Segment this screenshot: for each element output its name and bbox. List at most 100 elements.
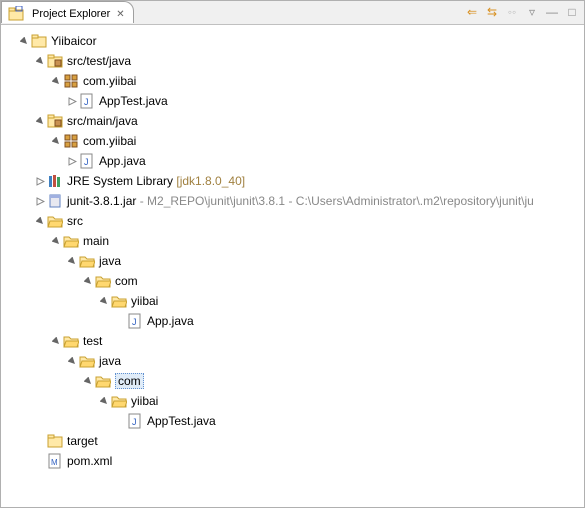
node-label: main <box>83 234 109 248</box>
node-label: com <box>115 274 138 288</box>
collapsed-icon[interactable] <box>67 156 77 166</box>
expanded-icon[interactable] <box>35 56 45 66</box>
node-label: pom.xml <box>67 454 112 468</box>
project-explorer-view: Project Explorer ✕ ⇐ ⇆ ◦◦ ▿ — □ Yiibaico… <box>0 0 585 508</box>
node-label: yiibai <box>131 294 158 308</box>
folder-node[interactable]: target <box>5 431 584 451</box>
node-label: App.java <box>99 154 146 168</box>
focus-icon[interactable]: ◦◦ <box>504 4 520 20</box>
minimize-icon[interactable]: — <box>544 4 560 20</box>
collapsed-icon[interactable] <box>67 96 77 106</box>
collapsed-icon[interactable] <box>35 176 45 186</box>
navigator-icon <box>8 6 24 22</box>
node-label: JRE System Library [jdk1.8.0_40] <box>67 174 245 188</box>
tree[interactable]: Yiibaicor src/test/java com.yiibai J App… <box>1 25 584 471</box>
expanded-icon[interactable] <box>35 216 45 226</box>
node-label: src/test/java <box>67 54 131 68</box>
svg-text:J: J <box>84 97 89 107</box>
close-icon[interactable]: ✕ <box>116 9 124 20</box>
folder-node-selected[interactable]: com <box>5 371 584 391</box>
folder-node[interactable]: test <box>5 331 584 351</box>
folder-open-icon <box>111 393 127 409</box>
node-label: target <box>67 434 98 448</box>
package-node[interactable]: com.yiibai <box>5 131 584 151</box>
jre-library-node[interactable]: JRE System Library [jdk1.8.0_40] <box>5 171 584 191</box>
folder-open-icon <box>79 253 95 269</box>
no-twisty <box>35 456 45 466</box>
expanded-icon[interactable] <box>99 296 109 306</box>
node-label: com <box>115 373 144 389</box>
no-twisty <box>35 436 45 446</box>
svg-text:J: J <box>132 317 137 327</box>
svg-text:J: J <box>132 417 137 427</box>
project-node[interactable]: Yiibaicor <box>5 31 584 51</box>
node-label: junit-3.8.1.jar - M2_REPO\junit\junit\3.… <box>67 194 534 208</box>
no-twisty <box>115 416 125 426</box>
folder-open-icon <box>95 373 111 389</box>
source-folder-node[interactable]: src/test/java <box>5 51 584 71</box>
folder-open-icon <box>47 213 63 229</box>
folder-node[interactable]: src <box>5 211 584 231</box>
folder-node[interactable]: yiibai <box>5 291 584 311</box>
expanded-icon[interactable] <box>51 136 61 146</box>
tab-bar: Project Explorer ✕ ⇐ ⇆ ◦◦ ▿ — □ <box>1 1 584 25</box>
source-folder-icon <box>47 53 63 69</box>
tab-project-explorer[interactable]: Project Explorer ✕ <box>1 1 134 23</box>
source-folder-node[interactable]: src/main/java <box>5 111 584 131</box>
java-file-node[interactable]: J App.java <box>5 151 584 171</box>
java-file-node[interactable]: J App.java <box>5 311 584 331</box>
expanded-icon[interactable] <box>67 356 77 366</box>
expanded-icon[interactable] <box>35 116 45 126</box>
maximize-icon[interactable]: □ <box>564 4 580 20</box>
view-toolbar: ⇐ ⇆ ◦◦ ▿ — □ <box>464 4 580 20</box>
java-file-icon: J <box>127 413 143 429</box>
collapsed-icon[interactable] <box>35 196 45 206</box>
expanded-icon[interactable] <box>51 236 61 246</box>
jar-node[interactable]: junit-3.8.1.jar - M2_REPO\junit\junit\3.… <box>5 191 584 211</box>
folder-icon <box>47 433 63 449</box>
package-node[interactable]: com.yiibai <box>5 71 584 91</box>
folder-node[interactable]: com <box>5 271 584 291</box>
expanded-icon[interactable] <box>83 376 93 386</box>
expanded-icon[interactable] <box>51 336 61 346</box>
collapse-all-icon[interactable]: ⇐ <box>464 4 480 20</box>
java-file-node[interactable]: J AppTest.java <box>5 91 584 111</box>
java-file-node[interactable]: J AppTest.java <box>5 411 584 431</box>
folder-open-icon <box>63 233 79 249</box>
folder-node[interactable]: yiibai <box>5 391 584 411</box>
java-file-icon: J <box>127 313 143 329</box>
folder-open-icon <box>111 293 127 309</box>
view-menu-icon[interactable]: ▿ <box>524 4 540 20</box>
folder-node[interactable]: java <box>5 351 584 371</box>
svg-text:M: M <box>51 458 58 467</box>
svg-text:J: J <box>84 157 89 167</box>
expanded-icon[interactable] <box>99 396 109 406</box>
maven-file-icon: M <box>47 453 63 469</box>
folder-open-icon <box>79 353 95 369</box>
link-editor-icon[interactable]: ⇆ <box>484 4 500 20</box>
project-icon <box>31 33 47 49</box>
expanded-icon[interactable] <box>67 256 77 266</box>
expanded-icon[interactable] <box>51 76 61 86</box>
jar-icon <box>47 193 63 209</box>
node-label: src <box>67 214 83 228</box>
folder-open-icon <box>63 333 79 349</box>
expanded-icon[interactable] <box>19 36 29 46</box>
expanded-icon[interactable] <box>83 276 93 286</box>
node-label: AppTest.java <box>99 94 168 108</box>
node-label: java <box>99 354 121 368</box>
node-label: AppTest.java <box>147 414 216 428</box>
package-icon <box>63 73 79 89</box>
node-label: yiibai <box>131 394 158 408</box>
source-folder-icon <box>47 113 63 129</box>
folder-node[interactable]: java <box>5 251 584 271</box>
java-file-icon: J <box>79 93 95 109</box>
node-label: java <box>99 254 121 268</box>
no-twisty <box>115 316 125 326</box>
folder-open-icon <box>95 273 111 289</box>
tab-title: Project Explorer <box>32 8 110 20</box>
xml-file-node[interactable]: M pom.xml <box>5 451 584 471</box>
folder-node[interactable]: main <box>5 231 584 251</box>
library-icon <box>47 173 63 189</box>
node-label: App.java <box>147 314 194 328</box>
